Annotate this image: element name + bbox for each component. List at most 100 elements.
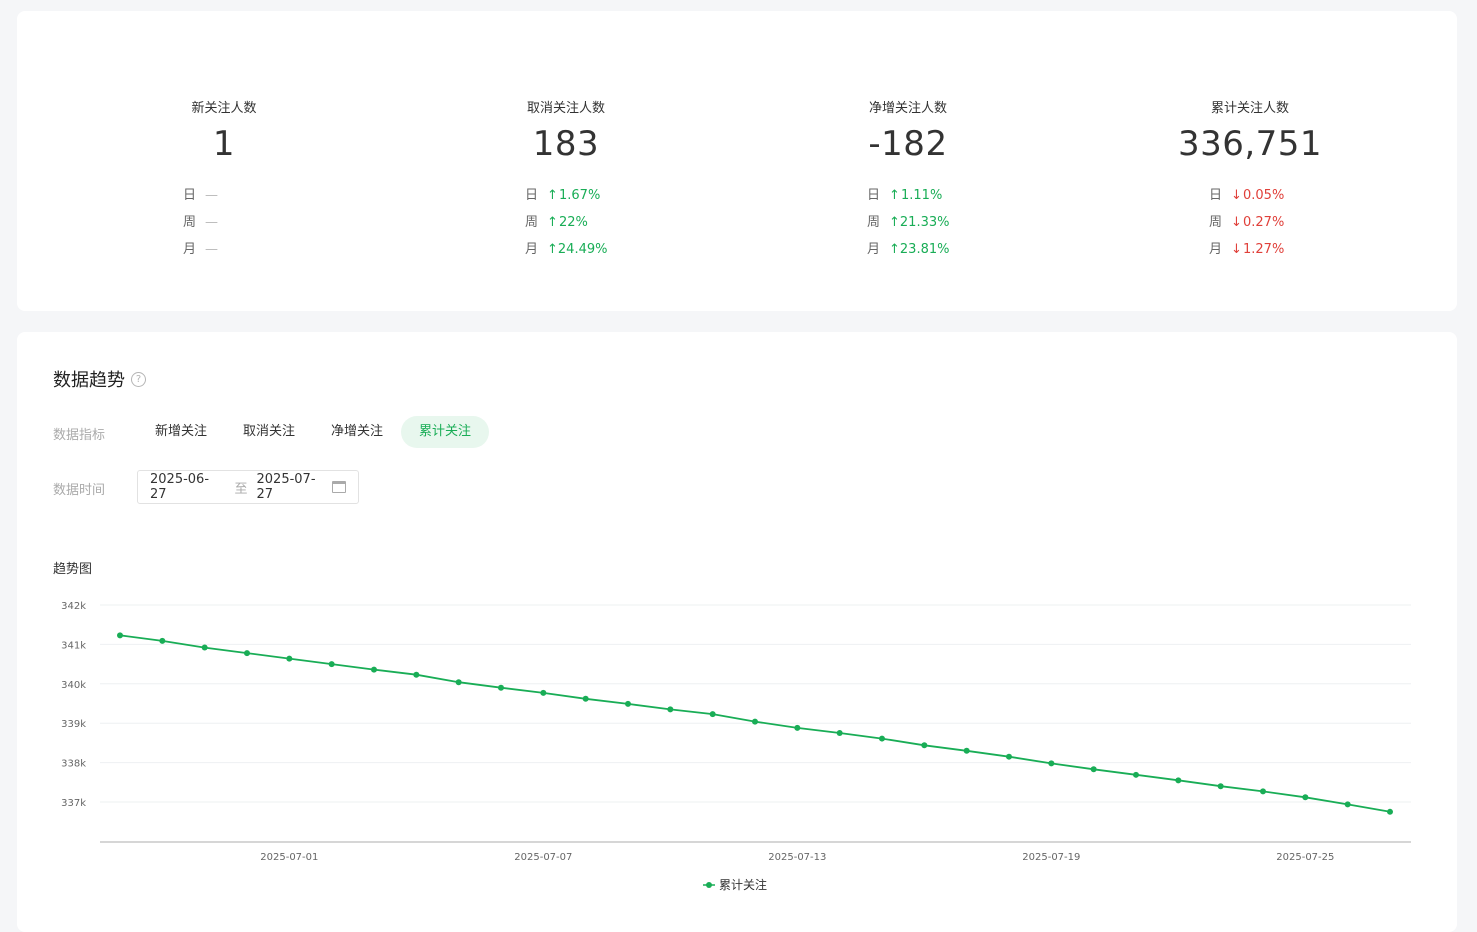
stat-compare-list: 日 ↑ 1.67% 周 ↑ 22% 月 ↑ 24.49% [416,182,716,263]
calendar-icon[interactable] [332,481,346,493]
time-label: 数据时间 [53,483,106,498]
compare-value: 21.33% [899,214,950,230]
metric-label: 数据指标 [53,428,106,443]
data-point [1006,753,1012,760]
stat-compare-row: 周 ↓ 0.27% [1100,209,1400,236]
data-point [244,650,250,657]
data-point [625,700,631,707]
trend-title: 数据趋势 [53,370,125,391]
date-start[interactable]: 2025-06-27 [150,472,226,502]
stat-compare-row: 日 ↓ 0.05% [1100,182,1400,209]
section-title: 数据趋势 ? [53,366,146,392]
stat-label: 取消关注人数 [526,101,605,116]
y-tick-label: 339k [61,719,86,730]
arrow-down-icon: ↓ [1231,187,1242,203]
data-point [667,706,674,713]
stat-value: -182 [868,124,948,164]
x-tick-label: 2025-07-25 [1276,852,1334,863]
y-tick-label: 341k [61,640,86,651]
stat-compare-row: 周 ↑ 21.33% [758,209,1058,236]
arrow-down-icon: ↓ [1231,241,1242,257]
x-tick-label: 2025-07-01 [260,852,318,863]
compare-value: 23.81% [899,241,950,257]
compare-period: 日 [525,187,539,203]
y-tick-label: 338k [61,759,86,770]
stat-value: 183 [532,124,600,164]
data-point [540,689,547,696]
stat-value: 1 [212,124,236,164]
arrow-up-icon: ↑ [547,214,558,230]
stat-compare-list: 日 ↓ 0.05% 周 ↓ 0.27% 月 ↓ 1.27% [1100,182,1400,263]
tab-new-follow[interactable]: 新增关注 [137,416,225,448]
stat-compare-row: 日 ↑ 1.11% [758,182,1058,209]
tab-net-follow[interactable]: 净增关注 [313,416,401,448]
legend-label: 累计关注 [719,877,767,892]
help-icon[interactable]: ? [131,371,146,387]
stat-compare-row: 月 ↑ 24.49% [416,236,716,263]
compare-period: 周 [1209,214,1223,230]
data-point [1048,760,1055,767]
tab-total-follow[interactable]: 累计关注 [401,416,490,448]
x-tick-label: 2025-07-07 [514,852,572,863]
metric-tabs: 新增关注 取消关注 净增关注 累计关注 [137,416,490,448]
compare-period: 月 [183,241,197,257]
compare-period: 日 [1209,187,1223,203]
stat-compare-row: 周 — [74,209,374,236]
data-point [201,644,208,651]
data-point [1387,808,1393,815]
compare-period: 日 [183,187,197,203]
y-tick-label: 337k [61,798,86,809]
date-end[interactable]: 2025-07-27 [257,472,333,502]
legend-marker [706,882,712,888]
compare-value: 1.11% [901,187,943,203]
compare-period: 月 [1209,241,1223,257]
tab-unfollow[interactable]: 取消关注 [225,416,313,448]
compare-value: — [205,241,218,257]
data-point [836,730,843,737]
stat-compare-list: 日 ↑ 1.11% 周 ↑ 21.33% 月 ↑ 23.81% [758,182,1058,263]
arrow-up-icon: ↑ [889,187,900,203]
data-point [1302,794,1309,801]
stats-card: 新关注人数 1 日 — 周 — 月 — 取消关注人数 183 日 ↑ 1.67% 周 ↑ 22% 月 ↑ 24.49… [17,11,1457,311]
compare-value: 1.27% [1243,241,1285,257]
stat-value: 336,751 [1177,124,1323,164]
arrow-up-icon: ↑ [547,241,558,257]
data-point [371,666,377,673]
data-point [286,655,293,662]
compare-period: 月 [867,241,881,257]
arrow-down-icon: ↓ [1231,214,1242,230]
date-separator: 至 [234,481,248,497]
stat-compare-row: 月 ↑ 23.81% [758,236,1058,263]
y-tick-label: 342k [61,601,86,612]
date-range-picker[interactable]: 2025-06-27 至 2025-07-27 [137,470,359,504]
x-tick-label: 2025-07-13 [768,852,826,863]
compare-period: 周 [183,214,197,230]
compare-value: 1.67% [559,187,601,203]
compare-value: 22% [559,214,588,230]
data-point [1344,801,1351,808]
data-point [794,724,801,731]
data-point [752,718,758,725]
arrow-up-icon: ↑ [547,187,558,203]
stat-label: 新关注人数 [191,101,257,116]
data-point [1133,771,1139,778]
trend-chart: 342k 341k 340k 339k 338k 337k 2025-07-01 2025-0… [61,601,1411,892]
data-point [498,684,504,691]
data-point [413,671,420,678]
stat-compare-row: 日 ↑ 1.67% [416,182,716,209]
data-point [1175,777,1182,784]
compare-value: 0.05% [1243,187,1285,203]
data-point [1217,783,1224,790]
compare-value: — [205,187,218,203]
trend-card: 数据趋势 ? 数据指标 新增关注 取消关注 净增关注 累计关注 数据时间 202… [17,332,1457,932]
chart-title: 趋势图 [53,562,93,577]
x-tick-label: 2025-07-19 [1022,852,1080,863]
data-point [582,695,589,702]
data-point [921,742,928,749]
stat-label: 累计关注人数 [1210,101,1289,116]
data-point [328,661,335,668]
compare-period: 周 [867,214,881,230]
data-point [1090,766,1097,773]
data-point [963,747,970,754]
arrow-up-icon: ↑ [889,214,900,230]
